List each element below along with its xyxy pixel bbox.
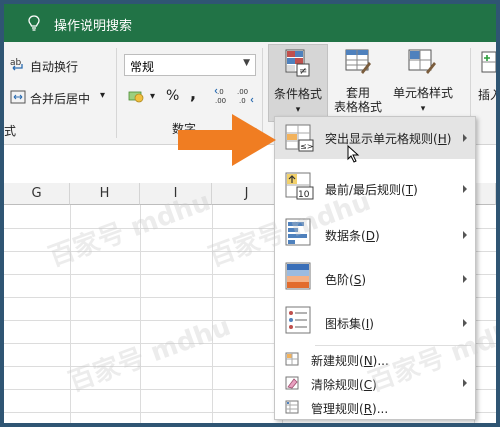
menu-item-new-rule[interactable]: 新建规则(N)...: [275, 347, 475, 371]
submenu-arrow-icon: [463, 319, 467, 327]
merge-center-button[interactable]: 合并后居中: [30, 90, 90, 107]
cell-styles-button[interactable]: 单元格样式 ▾: [388, 44, 458, 120]
annotation-arrow: [178, 114, 276, 166]
merge-dropdown-arrow[interactable]: ▾: [100, 90, 105, 101]
format-as-table-button[interactable]: 套用 表格格式 ▾: [332, 44, 384, 124]
column-header-I[interactable]: I: [140, 183, 212, 205]
mouse-cursor-icon: [347, 145, 360, 163]
accounting-dropdown-arrow[interactable]: ▾: [150, 91, 155, 102]
tell-me-search[interactable]: 操作说明搜索: [54, 15, 132, 34]
submenu-arrow-icon: [463, 379, 467, 387]
svg-text:10: 10: [298, 190, 310, 200]
conditional-formatting-icon: ≠: [285, 49, 310, 77]
alignment-group-label: 式: [4, 124, 17, 138]
cell-styles-icon: [408, 49, 436, 74]
menu-separator: [315, 345, 471, 346]
wrap-text-button[interactable]: 自动换行: [30, 58, 78, 75]
manage-rules-icon: [285, 400, 299, 414]
submenu-arrow-icon: [463, 134, 467, 142]
menu-item-icon-sets[interactable]: 图标集(I): [275, 301, 475, 343]
menu-item-label: 色阶(S): [325, 273, 366, 287]
menu-item-data-bars[interactable]: 数据条(D): [275, 213, 475, 255]
column-header-H[interactable]: H: [70, 183, 140, 205]
menu-item-label: 新建规则(N)...: [311, 354, 389, 368]
accounting-format-icon[interactable]: [128, 88, 146, 104]
lightbulb-icon: [28, 15, 40, 31]
insert-button-label[interactable]: 插入: [478, 86, 496, 103]
data-bars-icon: [285, 218, 311, 246]
svg-text:ab: ab: [10, 58, 22, 68]
number-format-value: 常规: [130, 60, 155, 74]
grid-line: [140, 205, 141, 423]
cell-styles-label: 单元格样式: [392, 86, 453, 100]
eraser-icon: [285, 376, 299, 390]
grid-line: [212, 205, 213, 423]
menu-item-highlight-cells-rules[interactable]: ≤> 突出显示单元格规则(H): [275, 117, 475, 159]
highlight-cells-rules-icon: ≤>: [285, 124, 314, 152]
submenu-arrow-icon: [463, 185, 467, 193]
conditional-formatting-menu: ≤> 突出显示单元格规则(H) 10 最前/最后规则(T) 数据条(D) 色阶(…: [274, 116, 476, 420]
group-separator: [116, 48, 117, 138]
menu-item-clear-rules[interactable]: 清除规则(C): [275, 371, 475, 395]
menu-item-label: 最前/最后规则(T): [325, 183, 418, 197]
decrease-decimal-icon[interactable]: .00 .0: [236, 86, 254, 106]
comma-style-button[interactable]: ,: [190, 84, 196, 103]
icon-sets-icon: [285, 306, 311, 334]
insert-cells-icon[interactable]: [480, 48, 496, 78]
svg-text:.00: .00: [215, 97, 226, 105]
title-bar: 操作说明搜索: [4, 4, 496, 42]
cell-styles-dropdown-arrow: ▾: [420, 104, 426, 114]
column-header-J[interactable]: J: [212, 183, 282, 205]
format-as-table-label-1: 套用: [345, 86, 370, 100]
increase-decimal-icon[interactable]: .0 .00: [214, 86, 232, 106]
svg-text:.0: .0: [217, 88, 224, 96]
menu-item-label: 数据条(D): [325, 229, 380, 243]
merge-center-icon: [10, 90, 26, 104]
menu-item-label: 管理规则(R)...: [311, 402, 389, 416]
svg-text:.00: .00: [237, 88, 248, 96]
svg-text:.0: .0: [239, 97, 246, 105]
percent-style-button[interactable]: %: [166, 88, 179, 104]
wrap-text-icon: ab: [10, 58, 23, 71]
chevron-down-icon: ▼: [243, 58, 250, 68]
menu-item-label: 突出显示单元格规则(H): [325, 132, 452, 146]
format-as-table-icon: [345, 49, 371, 74]
grid-line: [70, 205, 71, 423]
submenu-arrow-icon: [463, 231, 467, 239]
submenu-arrow-icon: [463, 275, 467, 283]
menu-item-manage-rules[interactable]: 管理规则(R)...: [275, 395, 475, 419]
number-format-select[interactable]: 常规 ▼: [124, 54, 256, 76]
menu-item-top-bottom-rules[interactable]: 10 最前/最后规则(T): [275, 167, 475, 209]
menu-item-label: 图标集(I): [325, 317, 374, 331]
top-bottom-rules-icon: 10: [285, 172, 314, 200]
menu-item-color-scales[interactable]: 色阶(S): [275, 257, 475, 299]
menu-item-label: 清除规则(C): [311, 378, 377, 392]
conditional-formatting-label: 条件格式: [273, 87, 322, 101]
color-scales-icon: [285, 262, 311, 290]
svg-text:≤>: ≤>: [300, 142, 313, 151]
excel-window: 操作说明搜索 ab 自动换行 合并后居中 ▾ 式 常规 ▼ ▾ % , .0 .…: [4, 4, 496, 423]
new-rule-icon: [285, 352, 299, 366]
column-header-G[interactable]: G: [4, 183, 70, 205]
svg-text:≠: ≠: [299, 66, 307, 77]
